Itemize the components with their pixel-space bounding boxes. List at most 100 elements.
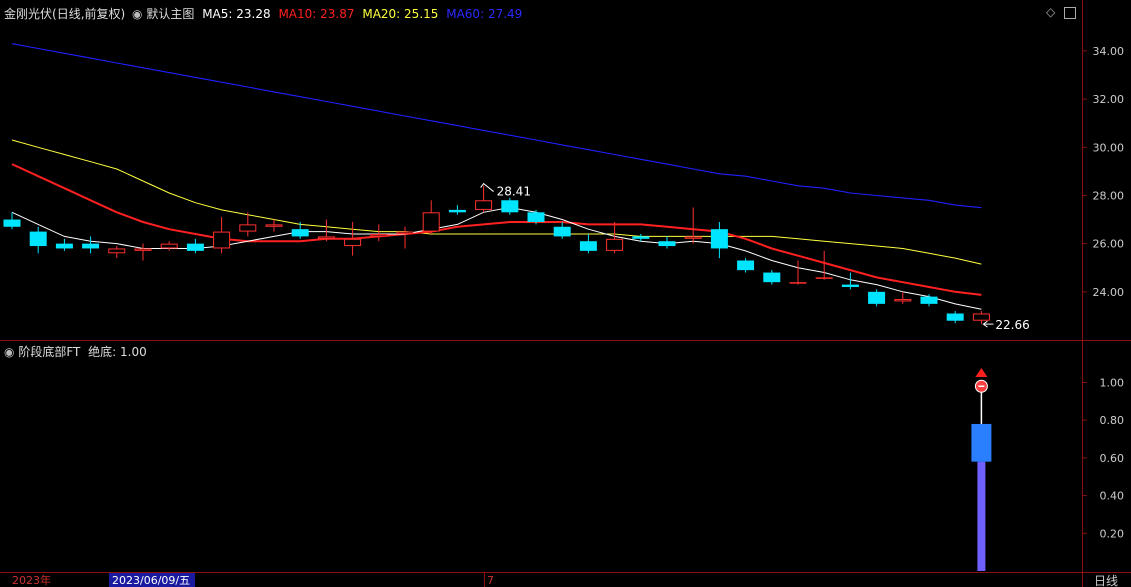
candle [186,238,204,254]
sub-tick-label: 0.20 [1100,527,1125,540]
candle [134,243,152,261]
sub-title-bar: ◉ 阶段底部FT 绝底: 1.00 [4,343,147,360]
sub-tick-label: 0.80 [1100,414,1125,427]
sub-value-label: 绝底: [88,345,117,359]
ma20-line [11,139,982,265]
candle-body [579,241,597,251]
candle [475,185,493,213]
ma20-value: 25.15 [404,7,439,21]
candle-body [108,248,126,254]
candle-body [29,231,47,247]
indicator-stem [977,461,986,571]
candle-body [448,209,466,213]
price-tick-label: 30.00 [1093,141,1125,154]
candle [29,226,47,254]
candle-body [894,299,912,302]
candle [448,205,466,215]
candle-body [684,236,702,239]
candle-body [160,243,178,249]
candle [553,221,571,239]
candle [789,260,807,285]
candle [422,200,440,234]
candle-body [841,284,859,287]
candle-body [213,231,231,249]
candle-body [972,313,990,321]
ma60-label: MA60: [446,7,485,21]
candle-body [396,231,414,235]
time-label-month: 7 [487,574,494,587]
indicator-arrow [975,368,988,378]
low-label: 22.66 [995,318,1029,332]
candle [344,221,362,256]
price-tick-label: 24.00 [1093,286,1125,299]
candle-body [291,229,309,237]
candle-body [55,243,73,249]
candle [737,258,755,273]
candle [396,226,414,249]
high-pointer [480,182,494,192]
candle [972,311,990,325]
candle-body [763,272,781,283]
candle-body [370,234,388,237]
candle-body [82,243,100,249]
sub-value: 1.00 [120,345,147,359]
candle-body [868,291,886,304]
candle-body [501,200,519,213]
price-tick-label: 34.00 [1093,45,1125,58]
window-button-icon[interactable] [1064,7,1076,19]
candle [579,234,597,254]
candle-body [815,277,833,279]
candle [946,311,964,324]
sub-title[interactable]: 阶段底部FT [18,345,80,359]
template-dropdown-icon[interactable]: ◉ [132,7,142,21]
template-label[interactable]: 默认主图 [146,7,194,21]
ma20-legend: MA20: 25.15 [362,7,438,21]
candle [920,294,938,307]
indicator-bar [971,423,992,462]
candle [265,219,283,232]
stock-chart: 34.00 32.00 30.00 28.00 26.00 24.00 1.00 0.80 0.… [0,0,1131,587]
candle [658,236,676,249]
candle [160,241,178,251]
ma10-value: 23.87 [320,7,355,21]
cursor-date-label: 2023/06/09/五 [112,574,190,587]
price-tick-label: 28.00 [1093,189,1125,202]
ma10-legend: MA10: 23.87 [278,7,354,21]
sub-tick-label: 0.60 [1100,452,1125,465]
candle-body [475,200,493,210]
candle-body [737,260,755,271]
candle [763,270,781,285]
candle-body [317,236,335,239]
candle [710,221,728,259]
ma60-legend: MA60: 27.49 [446,7,522,21]
candle-body [527,212,545,222]
ma60-value: 27.49 [487,7,523,21]
candle [55,238,73,251]
candle-body [632,236,650,239]
candle-body [789,282,807,284]
candle-body [422,212,440,232]
sub-tick-label: 1.00 [1100,376,1125,389]
ma20-label: MA20: [362,7,401,21]
sub-tick-label: 0.40 [1100,490,1125,503]
candle-body [186,243,204,251]
high-label: 28.41 [497,185,531,199]
candle-body [134,248,152,251]
candle-body [265,224,283,227]
candle-body [344,238,362,247]
chart-mode: (日线,前复权) [52,7,126,21]
candle [108,246,126,259]
candle-body [710,229,728,249]
sub-dropdown-icon[interactable]: ◉ [4,345,14,359]
candle-body [920,296,938,304]
stock-name[interactable]: 金刚光伏 [4,7,52,21]
candle [501,197,519,215]
ma60-line [11,43,982,209]
ma5-value: 23.28 [236,7,271,21]
candle-body [553,226,571,237]
diamond-icon[interactable]: ◇ [1046,5,1055,19]
candle [894,291,912,304]
price-tick-label: 32.00 [1093,93,1125,106]
candle [82,236,100,254]
period-label: 日线 [1094,574,1118,587]
